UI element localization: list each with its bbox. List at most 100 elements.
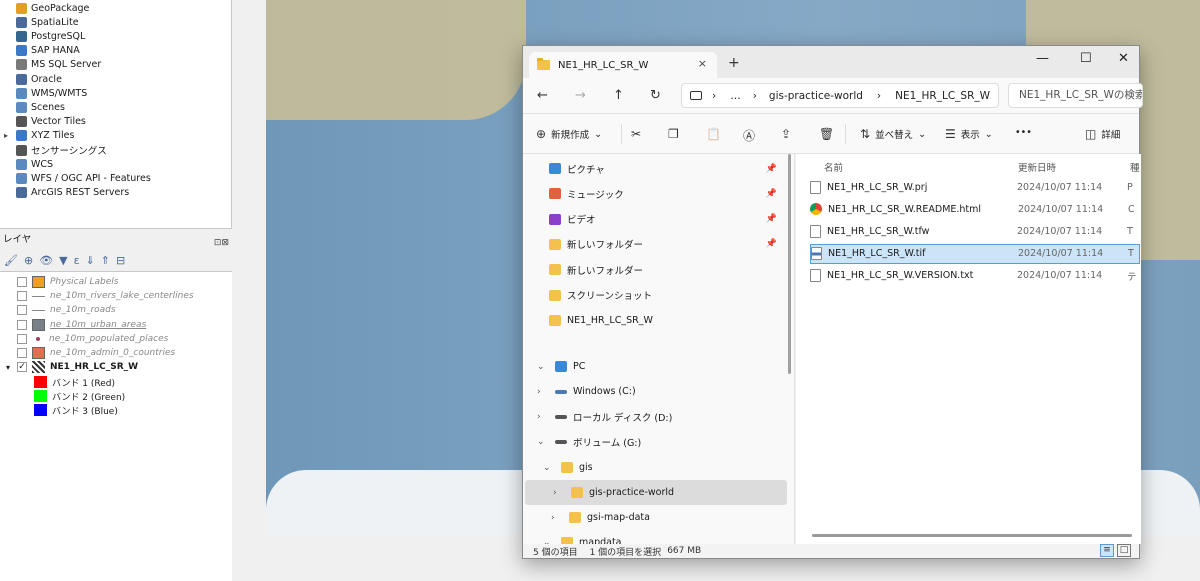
breadcrumb-segment[interactable]: NE1_HR_LC_SR_W: [895, 90, 990, 102]
chevron-down-icon[interactable]: ⌄: [537, 437, 545, 447]
copy-button[interactable]: ❐: [668, 127, 679, 141]
browser-item[interactable]: ▸ XYZ Tiles: [4, 129, 74, 143]
maximize-button[interactable]: ☐: [1080, 51, 1092, 66]
browser-item[interactable]: WFS / OGC API - Features: [16, 171, 151, 185]
nav-tree-item[interactable]: ⌄ mapdata: [523, 530, 785, 544]
layer-checkbox[interactable]: [17, 277, 27, 287]
tiles-view-icon[interactable]: □: [1117, 544, 1131, 557]
browser-item[interactable]: PostgreSQL: [16, 29, 85, 43]
nav-tree-item[interactable]: › gis-practice-world: [525, 480, 787, 505]
browser-item[interactable]: SpatiaLite: [16, 15, 79, 29]
layer-row[interactable]: ne_10m_admin_0_countries: [6, 346, 175, 360]
search-input[interactable]: NE1_HR_LC_SR_Wの検索: [1008, 83, 1143, 108]
nav-quick-access-item[interactable]: NE1_HR_LC_SR_W: [523, 308, 785, 333]
close-window-button[interactable]: ✕: [1118, 51, 1129, 66]
browser-item[interactable]: MS SQL Server: [16, 58, 101, 72]
layer-checkbox[interactable]: [17, 333, 27, 344]
layer-checkbox[interactable]: [17, 319, 27, 330]
filter-icon[interactable]: ▼: [59, 254, 67, 267]
browser-item[interactable]: WCS: [16, 157, 53, 171]
horizontal-scrollbar[interactable]: [812, 534, 1132, 537]
browser-item[interactable]: Oracle: [16, 72, 62, 86]
details-pane-button[interactable]: ◫ 詳細: [1085, 127, 1120, 141]
nav-tree-item[interactable]: › gsi-map-data: [523, 505, 785, 530]
chevron-down-icon[interactable]: ⌄: [537, 362, 545, 372]
new-button[interactable]: ⊕ 新規作成 ⌄: [536, 127, 602, 141]
more-options-button[interactable]: •••: [1015, 127, 1032, 138]
column-date[interactable]: 更新日時: [1018, 160, 1056, 174]
address-bar[interactable]: › … › gis-practice-world › NE1_HR_LC_SR_…: [681, 83, 999, 108]
details-view-icon[interactable]: ≡: [1100, 544, 1114, 557]
cut-button[interactable]: ✂: [631, 127, 641, 141]
nav-scrollbar[interactable]: [788, 154, 791, 374]
layer-row[interactable]: ne_10m_populated_places: [6, 332, 168, 346]
expand-all-icon[interactable]: ⇓: [86, 254, 95, 267]
panel-float-close-icons[interactable]: ⊡⊠: [214, 235, 229, 251]
chevron-right-icon[interactable]: ›: [537, 387, 545, 397]
layer-row[interactable]: ne_10m_roads: [6, 303, 116, 317]
nav-tree-item[interactable]: › ローカル ディスク (D:): [523, 404, 785, 429]
add-group-icon[interactable]: ⊕: [24, 254, 33, 267]
delete-button[interactable]: 🗑: [819, 127, 834, 141]
column-type[interactable]: 種: [1130, 160, 1140, 174]
chevron-right-icon[interactable]: ›: [551, 513, 559, 523]
layer-row[interactable]: Physical Labels: [6, 275, 118, 289]
up-button[interactable]: ↑: [613, 88, 624, 103]
nav-tree-item[interactable]: ⌄ PC: [523, 354, 785, 379]
pin-icon[interactable]: 📌: [766, 214, 777, 224]
tab-ne1[interactable]: NE1_HR_LC_SR_W ×: [529, 52, 717, 78]
nav-quick-access-item[interactable]: ビデオ 📌: [523, 207, 785, 232]
browser-item[interactable]: ArcGIS REST Servers: [16, 186, 129, 200]
rename-button[interactable]: Ⓐ: [743, 127, 755, 144]
style-brush-icon[interactable]: 🖌: [4, 254, 18, 267]
sort-button[interactable]: ⇅ 並べ替え ⌄: [860, 127, 926, 141]
pin-icon[interactable]: 📌: [766, 164, 777, 174]
chevron-right-icon[interactable]: ›: [537, 412, 545, 422]
nav-quick-access-item[interactable]: スクリーンショット: [523, 283, 785, 308]
file-row[interactable]: NE1_HR_LC_SR_W.prj 2024/10/07 11:14 P: [810, 177, 1140, 197]
chevron-down-icon[interactable]: ⌄: [543, 463, 551, 473]
nav-tree-item[interactable]: ⌄ gis: [523, 455, 785, 480]
back-button[interactable]: ←: [537, 88, 548, 103]
browser-item[interactable]: Scenes: [16, 100, 65, 114]
layer-checkbox[interactable]: [17, 305, 27, 316]
eye-icon[interactable]: 👁: [39, 254, 53, 267]
chevron-right-icon[interactable]: ›: [553, 488, 561, 498]
nav-quick-access-item[interactable]: ミュージック 📌: [523, 181, 785, 206]
browser-item[interactable]: センサーシングス: [16, 143, 107, 157]
forward-button[interactable]: →: [575, 88, 586, 103]
nav-tree-item[interactable]: ⌄ ボリューム (G:): [523, 429, 785, 454]
expand-arrow-icon[interactable]: ▸: [4, 131, 8, 140]
layer-row[interactable]: ne_10m_urban_areas: [6, 318, 146, 332]
browser-item[interactable]: GeoPackage: [16, 1, 89, 15]
nav-quick-access-item[interactable]: 新しいフォルダー: [523, 257, 785, 282]
file-row[interactable]: NE1_HR_LC_SR_W.tfw 2024/10/07 11:14 T: [810, 221, 1140, 241]
nav-tree-item[interactable]: › Windows (C:): [523, 379, 785, 404]
breadcrumb-segment[interactable]: gis-practice-world: [769, 90, 863, 102]
paste-button[interactable]: 📋: [706, 127, 721, 141]
layer-row[interactable]: ▾ ✓ NE1_HR_LC_SR_W: [6, 360, 138, 374]
filter-expression-icon[interactable]: ε: [74, 254, 80, 267]
new-tab-button[interactable]: +: [728, 55, 740, 71]
expand-arrow-icon[interactable]: ▾: [6, 363, 12, 372]
nav-quick-access-item[interactable]: ピクチャ 📌: [523, 156, 785, 181]
file-row[interactable]: NE1_HR_LC_SR_W.tif 2024/10/07 11:14 T: [810, 243, 1140, 264]
layer-checkbox[interactable]: [17, 348, 27, 358]
view-button[interactable]: ☰ 表示 ⌄: [945, 127, 993, 141]
address-more[interactable]: …: [730, 90, 741, 102]
layer-checkbox[interactable]: [17, 291, 27, 302]
browser-item[interactable]: Vector Tiles: [16, 115, 86, 129]
file-row[interactable]: NE1_HR_LC_SR_W.README.html 2024/10/07 11:…: [810, 199, 1140, 219]
pin-icon[interactable]: 📌: [766, 189, 777, 199]
collapse-all-icon[interactable]: ⇑: [101, 254, 110, 267]
tab-close-button[interactable]: ×: [698, 57, 707, 70]
layer-row[interactable]: ne_10m_rivers_lake_centerlines: [6, 289, 194, 303]
browser-item[interactable]: SAP HANA: [16, 44, 80, 58]
layer-checkbox[interactable]: ✓: [17, 362, 27, 373]
browser-item[interactable]: WMS/WMTS: [16, 86, 87, 100]
nav-quick-access-item[interactable]: 新しいフォルダー 📌: [523, 232, 785, 257]
minimize-button[interactable]: —: [1036, 51, 1049, 66]
pin-icon[interactable]: 📌: [766, 239, 777, 249]
share-button[interactable]: ⇪: [781, 127, 791, 141]
column-name[interactable]: 名前: [824, 160, 843, 174]
